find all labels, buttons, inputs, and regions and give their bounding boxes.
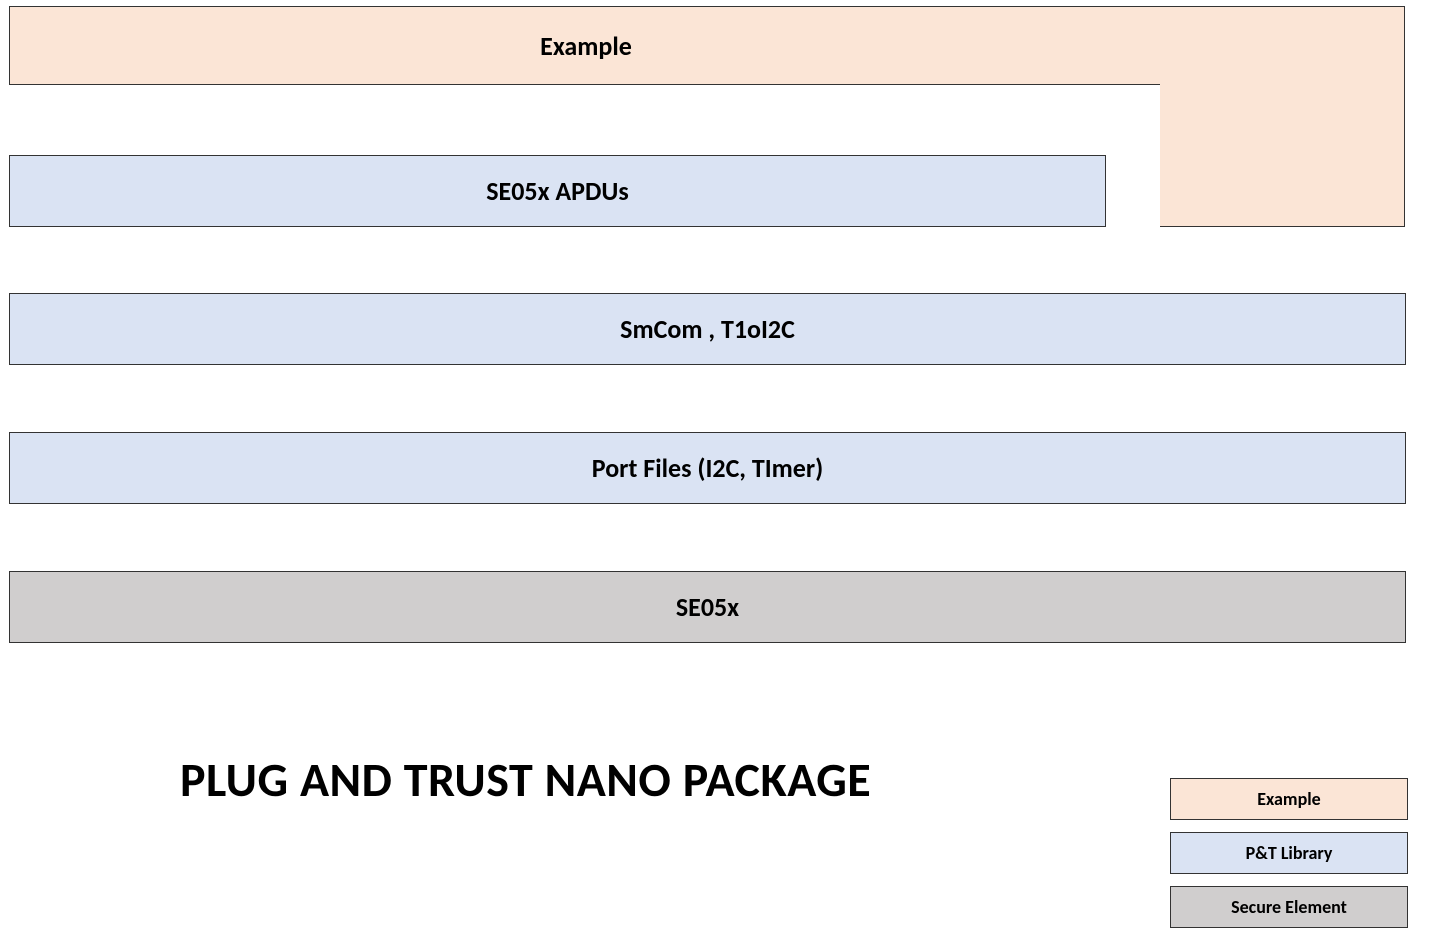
seam-patch [1158,7,1164,83]
legend-secure-element: Secure Element [1170,886,1408,928]
block-smcom-label: SmCom , T1oI2C [620,313,795,345]
legend-example: Example [1170,778,1408,820]
block-smcom-t1oi2c: SmCom , T1oI2C [9,293,1406,365]
block-se05x-label: SE05x [676,591,739,623]
legend-example-label: Example [1257,788,1320,810]
block-port-files: Port Files (I2C, TImer) [9,432,1406,504]
diagram-canvas: Example SE05x APDUs SmCom , T1oI2C Port … [0,0,1433,940]
diagram-title: PLUG AND TRUST NANO PACKAGE [180,750,871,809]
legend-ptlib-label: P&T Library [1246,842,1333,864]
block-port-files-label: Port Files (I2C, TImer) [592,452,823,484]
block-example-label: Example [540,30,632,62]
legend-pt-library: P&T Library [1170,832,1408,874]
block-se05x: SE05x [9,571,1406,643]
legend-secure-label: Secure Element [1231,896,1347,918]
block-example-right [1160,6,1405,227]
block-example-top: Example [9,6,1162,85]
block-se05x-apdus: SE05x APDUs [9,155,1106,227]
block-se05x-apdus-label: SE05x APDUs [486,175,628,207]
